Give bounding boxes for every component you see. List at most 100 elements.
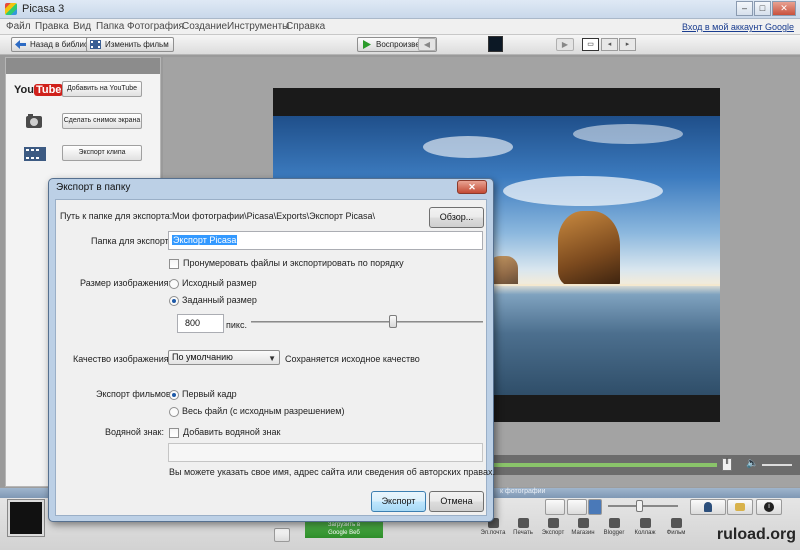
watermark-label: Водяной знак: (105, 427, 164, 437)
browse-button[interactable]: Обзор... (429, 207, 484, 228)
selection-label: к фотографии (500, 488, 546, 495)
watermark-text-input[interactable] (168, 443, 483, 462)
export-icon (547, 518, 559, 528)
cancel-button[interactable]: Отмена (429, 491, 484, 512)
tray-star-button[interactable] (567, 499, 587, 515)
renumber-checkbox[interactable] (169, 259, 179, 269)
menu-create[interactable]: Создание (182, 21, 227, 32)
menu-file[interactable]: Файл (6, 21, 31, 32)
tray-action-print[interactable]: Печать (507, 518, 539, 542)
pause-icon[interactable]: ll (722, 458, 732, 471)
original-size-label: Исходный размер (182, 278, 257, 288)
export-path-label: Путь к папке для экспорта: (60, 211, 173, 221)
dialog-body: Путь к папке для экспорта: Мои фотографи… (55, 199, 495, 516)
thumbnail-zoom-slider[interactable] (608, 505, 678, 507)
quality-select[interactable]: По умолчанию ▼ (168, 350, 280, 365)
tray-photo-thumbnail[interactable] (7, 499, 45, 537)
export-button[interactable]: Экспорт (371, 491, 426, 512)
tray-action-label: Фильм (666, 530, 686, 536)
tray-action-blogger[interactable]: Blogger (598, 518, 630, 542)
export-clip-button[interactable]: Экспорт клипа (62, 145, 142, 161)
menu-edit[interactable]: Правка (35, 21, 69, 32)
tag-button[interactable] (727, 499, 753, 515)
upload-youtube-button[interactable]: Добавить на YouTube (62, 81, 142, 97)
export-clip-row: Экспорт клипа (14, 144, 154, 164)
menu-tools[interactable]: Инструменты (227, 21, 289, 32)
volume-slider[interactable] (762, 464, 792, 466)
upload-google-button[interactable]: Загрузить в Google Веб (305, 521, 383, 538)
thumbnail-zoom-knob[interactable] (636, 500, 643, 512)
tray-dropdown-button[interactable] (274, 528, 290, 542)
take-screenshot-button[interactable]: Сделать снимок экрана (62, 113, 142, 129)
chevron-down-icon: ▼ (268, 354, 276, 363)
tray-folder-icon[interactable] (588, 499, 602, 515)
size-slider-knob[interactable] (388, 315, 397, 328)
info-button[interactable]: i (756, 499, 782, 515)
export-folder-label: Папка для экспорта: (91, 236, 177, 246)
first-frame-label: Первый кадр (182, 389, 237, 399)
edit-film-button[interactable]: Изменить фильм (86, 37, 174, 52)
pixel-unit-label: пикс. (226, 320, 247, 330)
size-slider-track[interactable] (251, 321, 483, 323)
menu-photo[interactable]: Фотография (127, 21, 184, 32)
minimize-button[interactable]: – (736, 1, 753, 16)
menu-folder[interactable]: Папка (96, 21, 124, 32)
cart-icon (577, 518, 589, 528)
single-view-icon[interactable]: ▭ (582, 38, 599, 51)
pixel-size-input[interactable]: 800 (177, 314, 224, 333)
screenshot-row: Сделать снимок экрана (14, 112, 154, 132)
current-photo-thumbnail[interactable] (488, 36, 503, 52)
tray-action-movie[interactable]: Фильм (660, 518, 692, 542)
export-folder-input[interactable]: Экспорт Picasa (168, 231, 483, 250)
blogger-icon (608, 518, 620, 528)
tray-action-label: Печать (513, 530, 533, 536)
export-folder-value: Экспорт Picasa (172, 235, 238, 245)
grid-view-icon[interactable]: ◂ (601, 38, 618, 51)
first-frame-radio[interactable] (169, 390, 179, 400)
movie-icon (670, 518, 682, 528)
quality-selected-value: По умолчанию (172, 352, 233, 362)
close-window-button[interactable]: ✕ (772, 1, 796, 16)
menu-help[interactable]: Справка (286, 21, 325, 32)
add-watermark-label: Добавить водяной знак (183, 427, 281, 437)
tray-action-label: Магазин (571, 530, 595, 536)
export-path-value: Мои фотографии\Picasa\Exports\Экспорт Pi… (172, 211, 375, 221)
image-size-label: Размер изображения: (80, 278, 172, 288)
maximize-button[interactable]: □ (754, 1, 771, 16)
image-quality-label: Качество изображения: (73, 354, 172, 364)
dialog-close-button[interactable]: ✕ (457, 180, 487, 194)
tray-view-button[interactable] (545, 499, 565, 515)
previous-arrow-icon[interactable]: ◀ (418, 38, 436, 51)
top-toolbar: Назад в библиотеку Изменить фильм Воспро… (0, 35, 800, 55)
speaker-icon[interactable]: 🔈 (746, 458, 758, 469)
google-signin-link[interactable]: Вход в мой аккаунт Google (682, 22, 794, 32)
back-arrow-icon (15, 40, 26, 49)
collage-icon (639, 518, 651, 528)
window-controls: – □ ✕ (735, 1, 796, 16)
original-size-radio[interactable] (169, 279, 179, 289)
edit-film-label: Изменить фильм (105, 40, 169, 49)
dialog-title: Экспорт в папку (56, 182, 131, 193)
window-title: Picasa 3 (22, 3, 65, 15)
custom-size-radio[interactable] (169, 296, 179, 306)
tray-action-collage[interactable]: Коллаж (629, 518, 661, 542)
window-titlebar: Picasa 3 – □ ✕ (0, 0, 800, 19)
site-watermark: ruload.org (716, 526, 796, 543)
person-icon (704, 502, 712, 512)
volume-controls: ll 🔈 (720, 458, 798, 472)
film-strip-icon (90, 40, 101, 49)
tray-action-shop[interactable]: Магазин (567, 518, 599, 542)
tag-icon (735, 503, 745, 511)
tray-action-export[interactable]: Экспорт (537, 518, 569, 542)
tray-action-label: Коллаж (634, 530, 656, 536)
next-arrow-icon[interactable]: ▶ (556, 38, 574, 51)
full-file-radio[interactable] (169, 407, 179, 417)
tray-action-label: Экспорт (541, 530, 565, 536)
fullscreen-view-icon[interactable]: ▸ (619, 38, 636, 51)
add-watermark-checkbox[interactable] (169, 428, 179, 438)
playback-progress[interactable] (492, 463, 717, 467)
menu-view[interactable]: Вид (73, 21, 91, 32)
picasa-logo-icon (5, 3, 17, 15)
people-button[interactable] (690, 499, 726, 515)
cloud-shape (503, 176, 663, 206)
